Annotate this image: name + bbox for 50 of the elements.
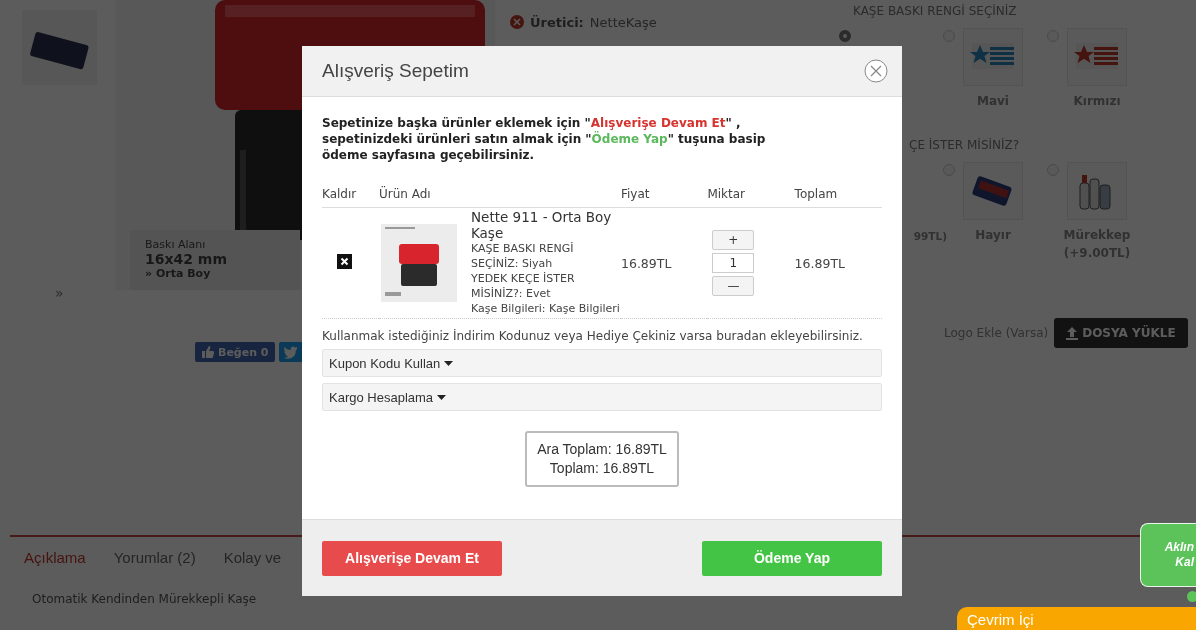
thumbs-up-icon xyxy=(201,345,214,359)
caret-icon xyxy=(437,394,447,400)
option-image-card[interactable] xyxy=(1067,162,1127,220)
total-text: Toplam: 16.89TL xyxy=(549,459,655,478)
decrease-button[interactable]: — xyxy=(712,276,755,296)
print-area-label: Baskı Alanı xyxy=(145,238,207,251)
file-upload-button[interactable]: DOSYA YÜKLE xyxy=(1054,318,1188,348)
upload-icon xyxy=(1066,326,1079,340)
column-header: Miktar xyxy=(707,187,795,208)
product-name[interactable]: Nette 911 - Orta Boy Kaşe xyxy=(471,209,621,241)
option-image-card[interactable] xyxy=(963,28,1023,86)
modal-title: Alışveriş Sepetim xyxy=(322,60,469,82)
caret-icon xyxy=(444,360,454,366)
chat-prompt-text: Aklın xyxy=(1164,540,1194,555)
column-header: Ürün Adı xyxy=(379,187,621,208)
column-header: Toplam xyxy=(794,187,882,208)
option-image-card[interactable] xyxy=(963,162,1023,220)
close-icon[interactable] xyxy=(864,59,888,83)
description-text: Otomatik Kendinden Mürekkepli Kaşe xyxy=(32,592,258,606)
total-cell: 16.89TL xyxy=(794,207,882,319)
quantity-field[interactable]: 1 xyxy=(712,253,755,273)
coupon-note: Kullanmak istediğiniz İndirim Kodunuz veya Hediye Çekiniz varsa buradan ekleyebilirsiniz. xyxy=(322,329,864,343)
print-area-size: 16x42 mm xyxy=(145,251,229,267)
product-option-text: YEDEK KEÇE İSTER MİSİNİZ?: Evet xyxy=(471,271,576,301)
column-header: Fiyat xyxy=(621,187,708,208)
stamp-size-type: » Orta Boy xyxy=(145,267,212,280)
next-arrow[interactable]: » xyxy=(55,285,115,301)
like-button[interactable]: Beğen 0 xyxy=(195,342,275,362)
column-header: Kaldır xyxy=(322,187,379,208)
chat-prompt-text: Kal xyxy=(1175,555,1194,570)
dropdown-toggle[interactable]: Kupon Kodu Kullan xyxy=(322,349,882,377)
checkout-button[interactable]: Ödeme Yap xyxy=(702,540,882,576)
badge-icon xyxy=(510,15,524,29)
tab[interactable]: Açıklama xyxy=(24,549,86,566)
manufacturer-label: Üretici: xyxy=(530,15,584,30)
dropdown-toggle[interactable]: Kargo Hesaplama xyxy=(322,383,882,411)
product-option-text: KAŞE BASKI RENGİ SEÇİNİZ: Siyah xyxy=(471,241,575,271)
instruction-text: Sepetinize başka ürünler eklemek için "Alışverişe Devam Et" , sepetinizdeki ürünleri satın almak için "Ödeme Yap" tuşuna basip ödeme sayfasına geçebilirsiniz. xyxy=(322,115,767,163)
subtotal-text: Ara Toplam: 16.89TL xyxy=(537,440,667,459)
bird-icon xyxy=(282,344,298,360)
chat-prompt-bubble[interactable]: Aklın Kal xyxy=(1140,523,1196,587)
product-option-text: Kaşe Bilgileri: Kaşe Bilgileri xyxy=(471,301,621,316)
continue-shopping-button[interactable]: Alışverişe Devam Et xyxy=(322,540,502,576)
increase-button[interactable]: + xyxy=(712,230,755,250)
radio-button[interactable] xyxy=(839,30,851,42)
live-chat-bar[interactable]: Çevrim İçi xyxy=(957,607,1196,630)
option-image-card[interactable] xyxy=(1067,28,1127,86)
online-dot xyxy=(1187,591,1196,602)
remove-icon[interactable] xyxy=(337,254,352,269)
price-cell: 16.89TL xyxy=(621,207,708,319)
